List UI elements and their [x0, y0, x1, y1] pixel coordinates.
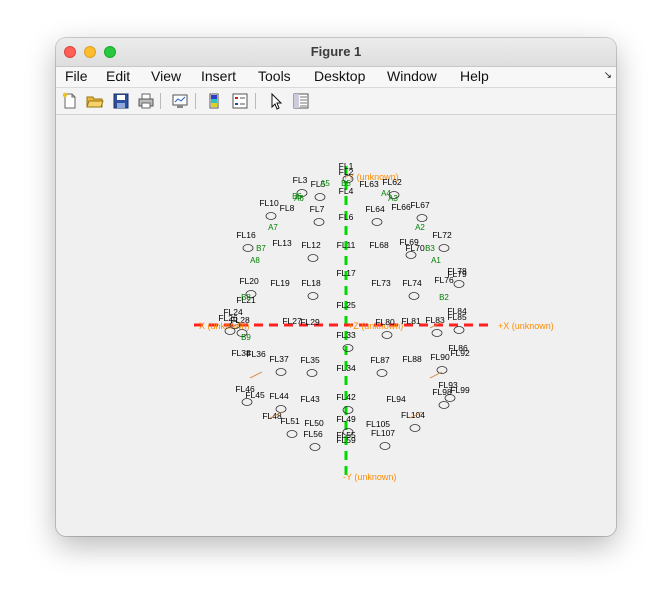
axis-label-pos-x: +X (unknown)	[498, 321, 554, 331]
sensor-marker	[381, 331, 393, 339]
sensor-label: FL43	[300, 394, 320, 404]
sensor-label: FL35	[300, 355, 320, 365]
sensor-label: FL72	[432, 230, 452, 240]
reference-label: B3	[425, 244, 435, 253]
sensor-marker	[275, 368, 287, 376]
reference-label: A4	[381, 189, 391, 198]
reference-label: B6	[292, 192, 302, 201]
sensor-label: FL13	[272, 238, 292, 248]
sensor-label: FL3	[293, 175, 308, 185]
sensor-label: FL87	[370, 355, 390, 365]
sensor-marker	[436, 366, 448, 374]
sensor-label: FL11	[337, 240, 356, 250]
sensor-label: FL6	[339, 212, 354, 222]
orientation-tick	[249, 371, 263, 379]
orientation-tick	[429, 371, 443, 379]
sensor-label: FL85	[447, 312, 467, 322]
sensor-label: FL20	[239, 276, 259, 286]
sensor-marker	[313, 218, 325, 226]
sensor-marker	[242, 244, 254, 252]
sensor-label: FL99	[450, 385, 470, 395]
reference-label: B8	[241, 293, 251, 302]
sensor-marker	[438, 401, 450, 409]
sensor-label: FL46	[235, 384, 255, 394]
sensor-label: FL18	[301, 278, 321, 288]
sensor-label: FL2	[339, 167, 354, 177]
sensor-label: FL34	[336, 363, 356, 373]
sensor-label: FL64	[365, 204, 385, 214]
reference-label: A5	[320, 179, 330, 188]
reference-label: B2	[439, 293, 449, 302]
sensor-marker	[431, 329, 443, 337]
sensor-label: FL10	[259, 198, 279, 208]
axis-label-neg-y: -Y (unknown)	[343, 472, 396, 482]
reference-label: A8	[250, 256, 260, 265]
sensor-label: FL79	[447, 269, 467, 279]
sensor-label: FL98	[432, 387, 452, 397]
sensor-marker	[307, 292, 319, 300]
sensor-label: FL70	[405, 243, 425, 253]
sensor-marker	[371, 218, 383, 226]
sensor-label: FL16	[236, 230, 256, 240]
sensor-marker	[376, 369, 388, 377]
sensor-label: FL33	[336, 330, 356, 340]
sensor-label: FL92	[450, 348, 470, 358]
sensor-label: FL107	[371, 428, 395, 438]
sensor-marker	[309, 443, 321, 451]
sensor-label: FL50	[304, 418, 324, 428]
sensor-label: FL59	[336, 435, 356, 445]
sensor-marker	[314, 193, 326, 201]
sensor-label: FL62	[382, 177, 402, 187]
sensor-marker	[307, 254, 319, 262]
sensor-label: FL51	[280, 416, 300, 426]
sensor-label: FL27	[282, 316, 302, 326]
sensor-label: FL25	[336, 300, 356, 310]
sensor-label: FL83	[425, 315, 445, 325]
sensor-label: FL19	[270, 278, 290, 288]
sensor-label: FL67	[410, 200, 430, 210]
sensor-label: FL81	[401, 316, 421, 326]
sensor-label: FL44	[269, 391, 289, 401]
sensor-label: FL7	[310, 204, 325, 214]
sensor-label: FL38	[231, 348, 251, 358]
sensor-marker	[306, 369, 318, 377]
sensor-label: FL29	[300, 317, 320, 327]
sensor-label: FL8	[280, 203, 295, 213]
reference-label: B5	[341, 179, 351, 188]
sensor-marker	[453, 326, 465, 334]
sensor-label: FL68	[369, 240, 389, 250]
sensor-marker	[416, 214, 428, 222]
sensor-layout-plot[interactable]: +Y (unknown)-Y (unknown)+X (unknown)-X (…	[56, 38, 616, 536]
sensor-label: FL48	[262, 411, 282, 421]
sensor-label: FL17	[336, 268, 356, 278]
sensor-marker	[286, 430, 298, 438]
sensor-label: FL90	[430, 352, 450, 362]
sensor-label: FL66	[391, 202, 411, 212]
reference-label: B7	[256, 244, 266, 253]
sensor-label: FL12	[301, 240, 321, 250]
sensor-marker	[438, 244, 450, 252]
sensor-marker	[453, 280, 465, 288]
sensor-label: FL37	[269, 354, 289, 364]
reference-label: A2	[415, 223, 425, 232]
sensor-marker	[408, 292, 420, 300]
sensor-label: FL56	[303, 429, 323, 439]
sensor-label: FL28	[230, 315, 250, 325]
reference-label: A7	[268, 223, 278, 232]
sensor-label: FL104	[401, 410, 425, 420]
sensor-label: FL94	[386, 394, 406, 404]
sensor-label: FL74	[402, 278, 422, 288]
reference-label: A1	[431, 256, 441, 265]
sensor-marker	[409, 424, 421, 432]
sensor-label: FL63	[359, 179, 379, 189]
sensor-marker	[265, 212, 277, 220]
sensor-label: FL73	[371, 278, 391, 288]
sensor-label: FL42	[336, 392, 356, 402]
figure-window: Figure 1 File Edit View Insert Tools Des…	[56, 38, 616, 536]
sensor-label: FL49	[336, 414, 356, 424]
reference-label: B9	[241, 333, 251, 342]
sensor-label: FL80	[375, 317, 395, 327]
sensor-label: FL88	[402, 354, 422, 364]
sensor-marker	[379, 442, 391, 450]
